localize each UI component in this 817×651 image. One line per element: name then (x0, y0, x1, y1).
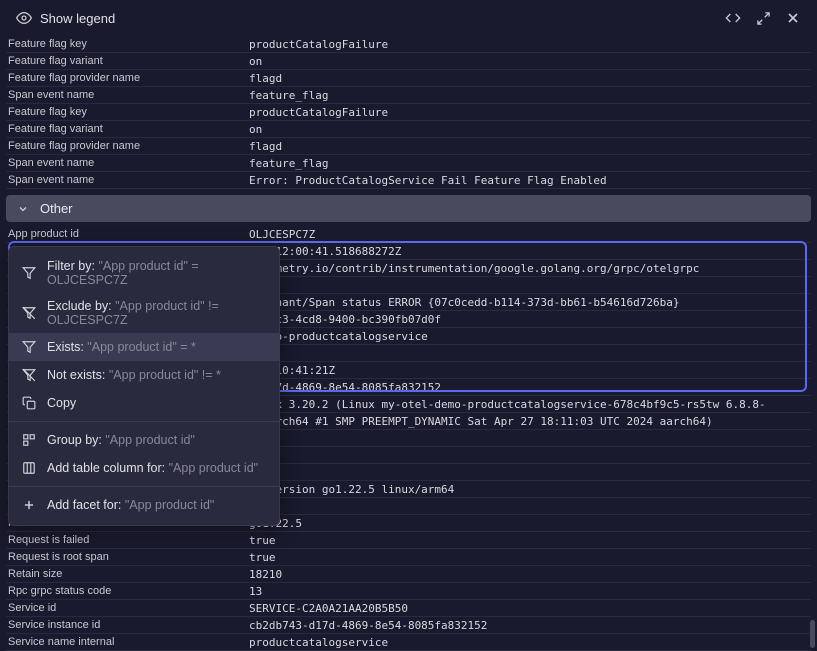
row-key: Request is root span (6, 550, 249, 564)
close-icon[interactable] (785, 10, 801, 26)
row-value (249, 284, 811, 286)
eye-icon[interactable] (16, 10, 32, 26)
row-value: 13 (249, 584, 811, 599)
row-value: 3-d17d-4869-8e54-8085fa832152 (249, 380, 811, 395)
row-value: flagd (249, 71, 811, 86)
row-value (249, 437, 811, 439)
row-key: Feature flag provider name (6, 139, 249, 153)
row-value: Error: ProductCatalogService Fail Featur… (249, 173, 811, 188)
row-value (249, 471, 811, 473)
row-key: Request is failed (6, 533, 249, 547)
row-key: Feature flag key (6, 105, 249, 119)
plus-icon (21, 497, 37, 513)
table-row[interactable]: Rpc grpc status code13 (6, 583, 811, 600)
row-value: flagd (249, 139, 811, 154)
menu-add-facet[interactable]: Add facet for: "App product id" (9, 491, 279, 519)
row-value: OLJCESPC7Z (249, 227, 811, 242)
row-value: telemetry.io/contrib/instrumentation/goo… (249, 261, 811, 276)
row-value: productCatalogFailure (249, 105, 811, 120)
expand-icon[interactable] (755, 10, 771, 26)
row-key: Span event name (6, 88, 249, 102)
table-row[interactable]: Request is failedtrue (6, 532, 811, 549)
row-value: -18T10:41:21Z (249, 363, 811, 378)
row-value: on (249, 54, 811, 69)
row-key: Service instance id (6, 618, 249, 632)
row-key: Service name internal (6, 635, 249, 649)
row-key: Feature flag variant (6, 122, 249, 136)
menu-divider (9, 486, 279, 487)
table-row[interactable]: Feature flag varianton (6, 121, 811, 138)
table-row[interactable]: Feature flag keyproductCatalogFailure (6, 104, 811, 121)
header-left: Show legend (16, 10, 115, 26)
menu-copy[interactable]: Copy (9, 389, 279, 417)
table-column-icon (21, 460, 37, 476)
row-value: productcatalogservice (249, 635, 811, 650)
group-icon (21, 432, 37, 448)
chevron-down-icon (16, 202, 30, 216)
table-row[interactable]: Feature flag provider nameflagd (6, 70, 811, 87)
copy-icon (21, 395, 37, 411)
table-row[interactable]: Service idSERVICE-C2A0A21AA20B5B50 (6, 600, 811, 617)
row-value: -demo-productcatalogservice (249, 329, 811, 344)
not-exists-icon (21, 367, 37, 383)
section-title: Other (40, 201, 73, 216)
menu-divider (9, 421, 279, 422)
menu-exists[interactable]: Exists: "App product id" = * (9, 333, 279, 361)
context-menu: Filter by: "App product id" = OLJCESPC7Z… (8, 246, 280, 526)
table-row[interactable]: Service name internalproductcatalogservi… (6, 634, 811, 651)
row-value: , tenant/Span status ERROR {07c0cedd-b11… (249, 295, 811, 310)
row-key: Feature flag key (6, 37, 249, 51)
row-value: 7-9dc3-4cd8-9400-bc390fb07d0f (249, 312, 811, 327)
row-value: SERVICE-C2A0A21AA20B5B50 (249, 601, 811, 616)
row-key: Span event name (6, 173, 249, 187)
row-value: feature_flag (249, 156, 811, 171)
row-key: App product id (6, 227, 249, 241)
table-row[interactable]: Service instance idcb2db743-d17d-4869-8e… (6, 617, 811, 634)
row-value: productCatalogFailure (249, 37, 811, 52)
row-value (249, 454, 811, 456)
row-value: go1.22.5 (249, 516, 811, 531)
code-icon[interactable] (725, 10, 741, 26)
show-legend-label[interactable]: Show legend (40, 11, 115, 26)
header-right (725, 10, 801, 26)
row-value: 18210 (249, 567, 811, 582)
row-value: 0.4 (249, 346, 811, 361)
row-value: cb2db743-d17d-4869-8e54-8085fa832152 (249, 618, 811, 633)
menu-group-by[interactable]: Group by: "App product id" (9, 426, 279, 454)
row-key: Span event name (6, 156, 249, 170)
row-key: Rpc grpc status code (6, 584, 249, 598)
row-key: Feature flag provider name (6, 71, 249, 85)
menu-filter-by[interactable]: Filter by: "App product id" = OLJCESPC7Z (9, 253, 279, 293)
row-value: true (249, 533, 811, 548)
table-row[interactable]: Span event nameError: ProductCatalogServ… (6, 172, 811, 189)
table-row[interactable]: Feature flag varianton (6, 53, 811, 70)
table-row[interactable]: Feature flag keyproductCatalogFailure (6, 36, 811, 53)
row-value: Linux 3.20.2 (Linux my-otel-demo-product… (249, 397, 811, 412)
row-key: Feature flag variant (6, 54, 249, 68)
row-value: -18T12:00:41.518688272Z (249, 244, 811, 259)
row-value: feature_flag (249, 88, 811, 103)
filter-off-icon (21, 305, 37, 321)
menu-not-exists[interactable]: Not exists: "App product id" != * (9, 361, 279, 389)
filter-icon (21, 265, 37, 281)
table-row[interactable]: Request is root spantrue (6, 549, 811, 566)
menu-add-column[interactable]: Add table column for: "App product id" (9, 454, 279, 482)
panel-header: Show legend (0, 0, 817, 36)
row-value: 0.aarch64 #1 SMP PREEMPT_DYNAMIC Sat Apr… (249, 414, 811, 429)
section-other-header[interactable]: Other (6, 195, 811, 222)
row-key: Service id (6, 601, 249, 615)
scrollbar-thumb[interactable] (810, 620, 815, 648)
row-value: go version go1.22.5 linux/arm64 (249, 482, 811, 497)
table-row[interactable]: Feature flag provider nameflagd (6, 138, 811, 155)
row-value: on (249, 122, 811, 137)
row-value: true (249, 550, 811, 565)
table-row[interactable]: App product idOLJCESPC7Z (6, 226, 811, 243)
row-key: Retain size (6, 567, 249, 581)
table-row[interactable]: Span event namefeature_flag (6, 155, 811, 172)
exists-icon (21, 339, 37, 355)
row-value: go (249, 499, 811, 514)
menu-exclude-by[interactable]: Exclude by: "App product id" != OLJCESPC… (9, 293, 279, 333)
table-row[interactable]: Retain size18210 (6, 566, 811, 583)
table-row[interactable]: Span event namefeature_flag (6, 87, 811, 104)
